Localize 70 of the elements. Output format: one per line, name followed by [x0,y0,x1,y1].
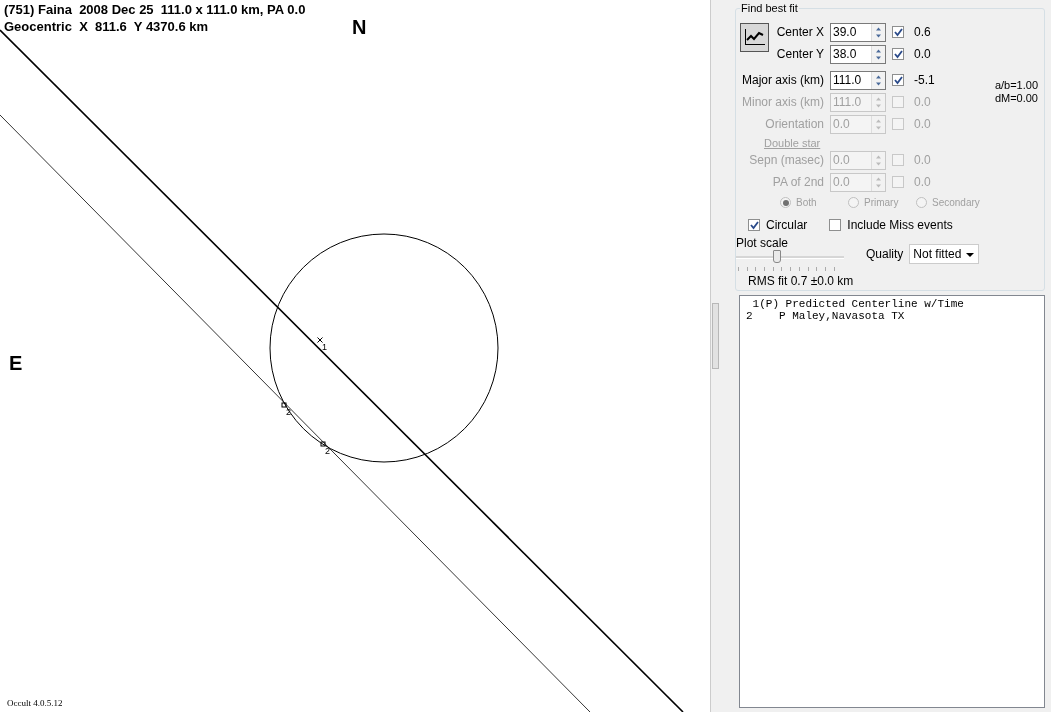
fit-result: 0.0 [914,117,932,131]
quality-label: Quality [866,247,904,261]
radio-button[interactable] [916,197,927,208]
group-title: Find best fit [740,2,799,14]
fit-result: 0.6 [914,25,932,39]
field-label: Minor axis (km) [742,95,824,109]
spin-down-icon [876,82,881,85]
fit-result: -5.1 [914,73,936,87]
event-row[interactable]: 1(P) Predicted Centerline w/Time [746,298,1044,310]
east-label: E [9,352,23,374]
fit-result: 0.0 [914,153,932,167]
ratio-label: a/b=1.00 [994,79,1038,92]
spin-down-icon [876,126,881,129]
fit-result: 0.0 [914,95,932,109]
field-label: Sepn (masec) [749,153,824,167]
slider-track[interactable] [736,250,844,270]
spin-field[interactable]: 39.0 [830,22,886,42]
spin-down-icon [876,162,881,165]
event-label: 1 [322,342,327,352]
spin-down-icon [876,56,881,59]
event-row[interactable]: 2 P Maley,Navasota TX [746,310,1044,322]
radio-button[interactable] [780,197,791,208]
spin-up-icon [876,75,881,78]
checkbox[interactable] [748,219,760,231]
north-label: N [352,16,367,38]
field-label: Major axis (km) [742,73,824,87]
splitter-grip[interactable] [712,303,719,369]
radio-label: Primary [864,197,899,208]
checkbox[interactable] [829,219,842,231]
spin-down-icon [876,104,881,107]
event-marker [281,402,287,408]
spin-up-icon [876,155,881,158]
checkbox-label: Circular [766,218,808,232]
field-label: Center X [776,25,824,39]
version-label: Occult 4.0.5.12 [7,698,63,708]
fit-button[interactable] [740,23,769,52]
checkbox[interactable] [892,26,904,38]
spin-up-icon [876,177,881,180]
slider-thumb[interactable] [773,250,782,263]
checkbox[interactable] [892,48,904,60]
plot-subtitle: Geocentric X 811.6 Y 4370.6 km [4,19,209,34]
spin-up-icon [876,97,881,100]
field-label: Orientation [765,117,824,131]
event-label: 2 [325,446,330,456]
fit-result: 0.0 [914,175,932,189]
spin-up-icon [876,27,881,30]
spin-down-icon [876,184,881,187]
checkbox[interactable] [892,74,904,86]
plot-title: (751) Faina 2008 Dec 25 111.0 x 111.0 km, PA 0.0 [4,2,306,17]
dm-label: dM=0.00 [994,92,1038,105]
event-marker [320,441,326,447]
spin-field[interactable]: 38.0 [830,44,886,64]
field-label: Center Y [776,47,824,61]
quality-dropdown[interactable]: Not fitted [909,244,980,264]
spin-up-icon [876,49,881,52]
spin-field[interactable]: 111.0 [830,70,886,90]
spin-up-icon [876,119,881,122]
radio-button[interactable] [848,197,859,208]
spin-down-icon [876,34,881,37]
field-label: PA of 2nd [772,175,824,189]
events-list[interactable]: 1(P) Predicted Centerline w/Time 2 P Maley,Navasota TX [739,295,1045,708]
slider-label: Plot scale [736,236,790,250]
rms-label: RMS fit 0.7 ±0.0 km [748,274,854,288]
fit-result: 0.0 [914,47,932,61]
event-marker [317,337,323,343]
caret-icon [966,253,975,258]
radio-label: Secondary [932,197,980,208]
event-label: 2 [286,407,291,417]
checkbox-label: Include Miss events [847,218,953,232]
radio-label: Both [796,197,817,208]
